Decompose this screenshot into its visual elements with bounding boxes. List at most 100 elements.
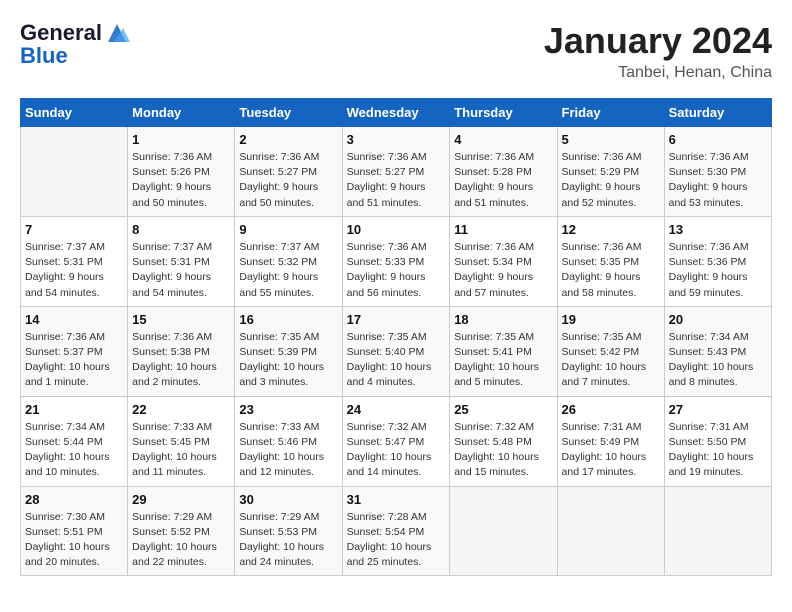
day-number: 30 [239, 492, 337, 507]
day-info: Sunrise: 7:34 AMSunset: 5:44 PMDaylight:… [25, 420, 123, 481]
weekday-header: Friday [557, 99, 664, 127]
calendar-day-cell: 11 Sunrise: 7:36 AMSunset: 5:34 PMDayligh… [450, 216, 557, 306]
day-info: Sunrise: 7:29 AMSunset: 5:53 PMDaylight:… [239, 510, 337, 571]
day-number: 21 [25, 402, 123, 417]
logo-blue: Blue [20, 44, 130, 68]
day-info: Sunrise: 7:34 AMSunset: 5:43 PMDaylight:… [669, 330, 767, 391]
day-number: 16 [239, 312, 337, 327]
calendar-day-cell: 10Sunrise: 7:36 AMSunset: 5:33 PMDayligh… [342, 216, 450, 306]
day-info: Sunrise: 7:33 AMSunset: 5:46 PMDaylight:… [239, 420, 337, 481]
calendar-day-cell: 3 Sunrise: 7:36 AMSunset: 5:27 PMDaylight… [342, 127, 450, 217]
day-number: 3 [347, 132, 446, 147]
day-number: 20 [669, 312, 767, 327]
day-number: 10 [347, 222, 446, 237]
calendar-day-cell: 19Sunrise: 7:35 AMSunset: 5:42 PMDayligh… [557, 306, 664, 396]
day-info: Sunrise: 7:29 AMSunset: 5:52 PMDaylight:… [132, 510, 230, 571]
calendar-week-row: 28 Sunrise: 7:30 AMSunset: 5:51 PMDayligh… [21, 486, 772, 576]
calendar-day-cell: 25 Sunrise: 7:32 AMSunset: 5:48 PMDayligh… [450, 396, 557, 486]
calendar-week-row: 1 Sunrise: 7:36 AMSunset: 5:26 PMDaylight… [21, 127, 772, 217]
calendar-day-cell: 18 Sunrise: 7:35 AMSunset: 5:41 PMDayligh… [450, 306, 557, 396]
day-number: 5 [562, 132, 660, 147]
calendar-day-cell: 16 Sunrise: 7:35 AMSunset: 5:39 PMDayligh… [235, 306, 342, 396]
day-info: Sunrise: 7:35 AMSunset: 5:39 PMDaylight:… [239, 330, 337, 391]
day-number: 1 [132, 132, 230, 147]
weekday-header: Sunday [21, 99, 128, 127]
day-info: Sunrise: 7:32 AMSunset: 5:48 PMDaylight:… [454, 420, 552, 481]
calendar-day-cell: 12 Sunrise: 7:36 AMSunset: 5:35 PMDayligh… [557, 216, 664, 306]
calendar-day-cell: 30 Sunrise: 7:29 AMSunset: 5:53 PMDayligh… [235, 486, 342, 576]
day-info: Sunrise: 7:36 AMSunset: 5:28 PMDaylight:… [454, 150, 552, 211]
calendar-day-cell: 8Sunrise: 7:37 AMSunset: 5:31 PMDaylight… [128, 216, 235, 306]
day-info: Sunrise: 7:36 AMSunset: 5:35 PMDaylight:… [562, 240, 660, 301]
calendar-day-cell [664, 486, 771, 576]
day-info: Sunrise: 7:35 AMSunset: 5:40 PMDaylight:… [347, 330, 446, 391]
calendar-day-cell: 5 Sunrise: 7:36 AMSunset: 5:29 PMDaylight… [557, 127, 664, 217]
day-number: 25 [454, 402, 552, 417]
calendar-day-cell: 13 Sunrise: 7:36 AMSunset: 5:36 PMDayligh… [664, 216, 771, 306]
calendar-day-cell: 15 Sunrise: 7:36 AMSunset: 5:38 PMDayligh… [128, 306, 235, 396]
calendar-day-cell: 28 Sunrise: 7:30 AMSunset: 5:51 PMDayligh… [21, 486, 128, 576]
day-info: Sunrise: 7:37 AMSunset: 5:31 PMDaylight:… [25, 240, 123, 301]
day-number: 18 [454, 312, 552, 327]
day-info: Sunrise: 7:36 AMSunset: 5:34 PMDaylight:… [454, 240, 552, 301]
calendar-day-cell: 20 Sunrise: 7:34 AMSunset: 5:43 PMDayligh… [664, 306, 771, 396]
day-number: 22 [132, 402, 230, 417]
weekday-header: Tuesday [235, 99, 342, 127]
calendar-week-row: 21 Sunrise: 7:34 AMSunset: 5:44 PMDayligh… [21, 396, 772, 486]
calendar-day-cell: 23Sunrise: 7:33 AMSunset: 5:46 PMDayligh… [235, 396, 342, 486]
weekday-header: Thursday [450, 99, 557, 127]
day-number: 29 [132, 492, 230, 507]
day-number: 13 [669, 222, 767, 237]
day-number: 15 [132, 312, 230, 327]
calendar-table: SundayMondayTuesdayWednesdayThursdayFrid… [20, 98, 772, 576]
day-info: Sunrise: 7:36 AMSunset: 5:38 PMDaylight:… [132, 330, 230, 391]
day-number: 14 [25, 312, 123, 327]
calendar-header-row: SundayMondayTuesdayWednesdayThursdayFrid… [21, 99, 772, 127]
day-number: 6 [669, 132, 767, 147]
day-number: 4 [454, 132, 552, 147]
day-number: 11 [454, 222, 552, 237]
weekday-header: Wednesday [342, 99, 450, 127]
day-info: Sunrise: 7:37 AMSunset: 5:32 PMDaylight:… [239, 240, 337, 301]
day-info: Sunrise: 7:36 AMSunset: 5:37 PMDaylight:… [25, 330, 123, 391]
calendar-day-cell: 14 Sunrise: 7:36 AMSunset: 5:37 PMDayligh… [21, 306, 128, 396]
logo-text: General [20, 21, 102, 45]
day-number: 17 [347, 312, 446, 327]
calendar-day-cell: 4 Sunrise: 7:36 AMSunset: 5:28 PMDaylight… [450, 127, 557, 217]
day-info: Sunrise: 7:30 AMSunset: 5:51 PMDaylight:… [25, 510, 123, 571]
day-number: 26 [562, 402, 660, 417]
calendar-day-cell: 26 Sunrise: 7:31 AMSunset: 5:49 PMDayligh… [557, 396, 664, 486]
calendar-week-row: 14 Sunrise: 7:36 AMSunset: 5:37 PMDayligh… [21, 306, 772, 396]
weekday-header: Monday [128, 99, 235, 127]
day-number: 12 [562, 222, 660, 237]
day-number: 31 [347, 492, 446, 507]
day-number: 7 [25, 222, 123, 237]
calendar-week-row: 7 Sunrise: 7:37 AMSunset: 5:31 PMDaylight… [21, 216, 772, 306]
calendar-day-cell: 2Sunrise: 7:36 AMSunset: 5:27 PMDaylight… [235, 127, 342, 217]
day-info: Sunrise: 7:36 AMSunset: 5:26 PMDaylight:… [132, 150, 230, 211]
day-info: Sunrise: 7:35 AMSunset: 5:41 PMDaylight:… [454, 330, 552, 391]
day-info: Sunrise: 7:28 AMSunset: 5:54 PMDaylight:… [347, 510, 446, 571]
page-header: General Blue January 2024 Tanbei, Henan,… [20, 20, 772, 82]
calendar-day-cell: 29 Sunrise: 7:29 AMSunset: 5:52 PMDayligh… [128, 486, 235, 576]
calendar-day-cell: 27Sunrise: 7:31 AMSunset: 5:50 PMDayligh… [664, 396, 771, 486]
calendar-day-cell [21, 127, 128, 217]
day-number: 9 [239, 222, 337, 237]
day-number: 27 [669, 402, 767, 417]
day-info: Sunrise: 7:33 AMSunset: 5:45 PMDaylight:… [132, 420, 230, 481]
day-info: Sunrise: 7:31 AMSunset: 5:49 PMDaylight:… [562, 420, 660, 481]
calendar-day-cell: 21 Sunrise: 7:34 AMSunset: 5:44 PMDayligh… [21, 396, 128, 486]
day-info: Sunrise: 7:36 AMSunset: 5:27 PMDaylight:… [239, 150, 337, 211]
title-area: January 2024 Tanbei, Henan, China [544, 20, 772, 82]
day-info: Sunrise: 7:35 AMSunset: 5:42 PMDaylight:… [562, 330, 660, 391]
day-info: Sunrise: 7:32 AMSunset: 5:47 PMDaylight:… [347, 420, 446, 481]
day-number: 28 [25, 492, 123, 507]
subtitle: Tanbei, Henan, China [544, 64, 772, 82]
calendar-day-cell: 17 Sunrise: 7:35 AMSunset: 5:40 PMDayligh… [342, 306, 450, 396]
logo: General Blue [20, 20, 130, 68]
day-number: 8 [132, 222, 230, 237]
day-info: Sunrise: 7:36 AMSunset: 5:29 PMDaylight:… [562, 150, 660, 211]
calendar-day-cell: 22 Sunrise: 7:33 AMSunset: 5:45 PMDayligh… [128, 396, 235, 486]
day-info: Sunrise: 7:36 AMSunset: 5:36 PMDaylight:… [669, 240, 767, 301]
day-info: Sunrise: 7:36 AMSunset: 5:27 PMDaylight:… [347, 150, 446, 211]
